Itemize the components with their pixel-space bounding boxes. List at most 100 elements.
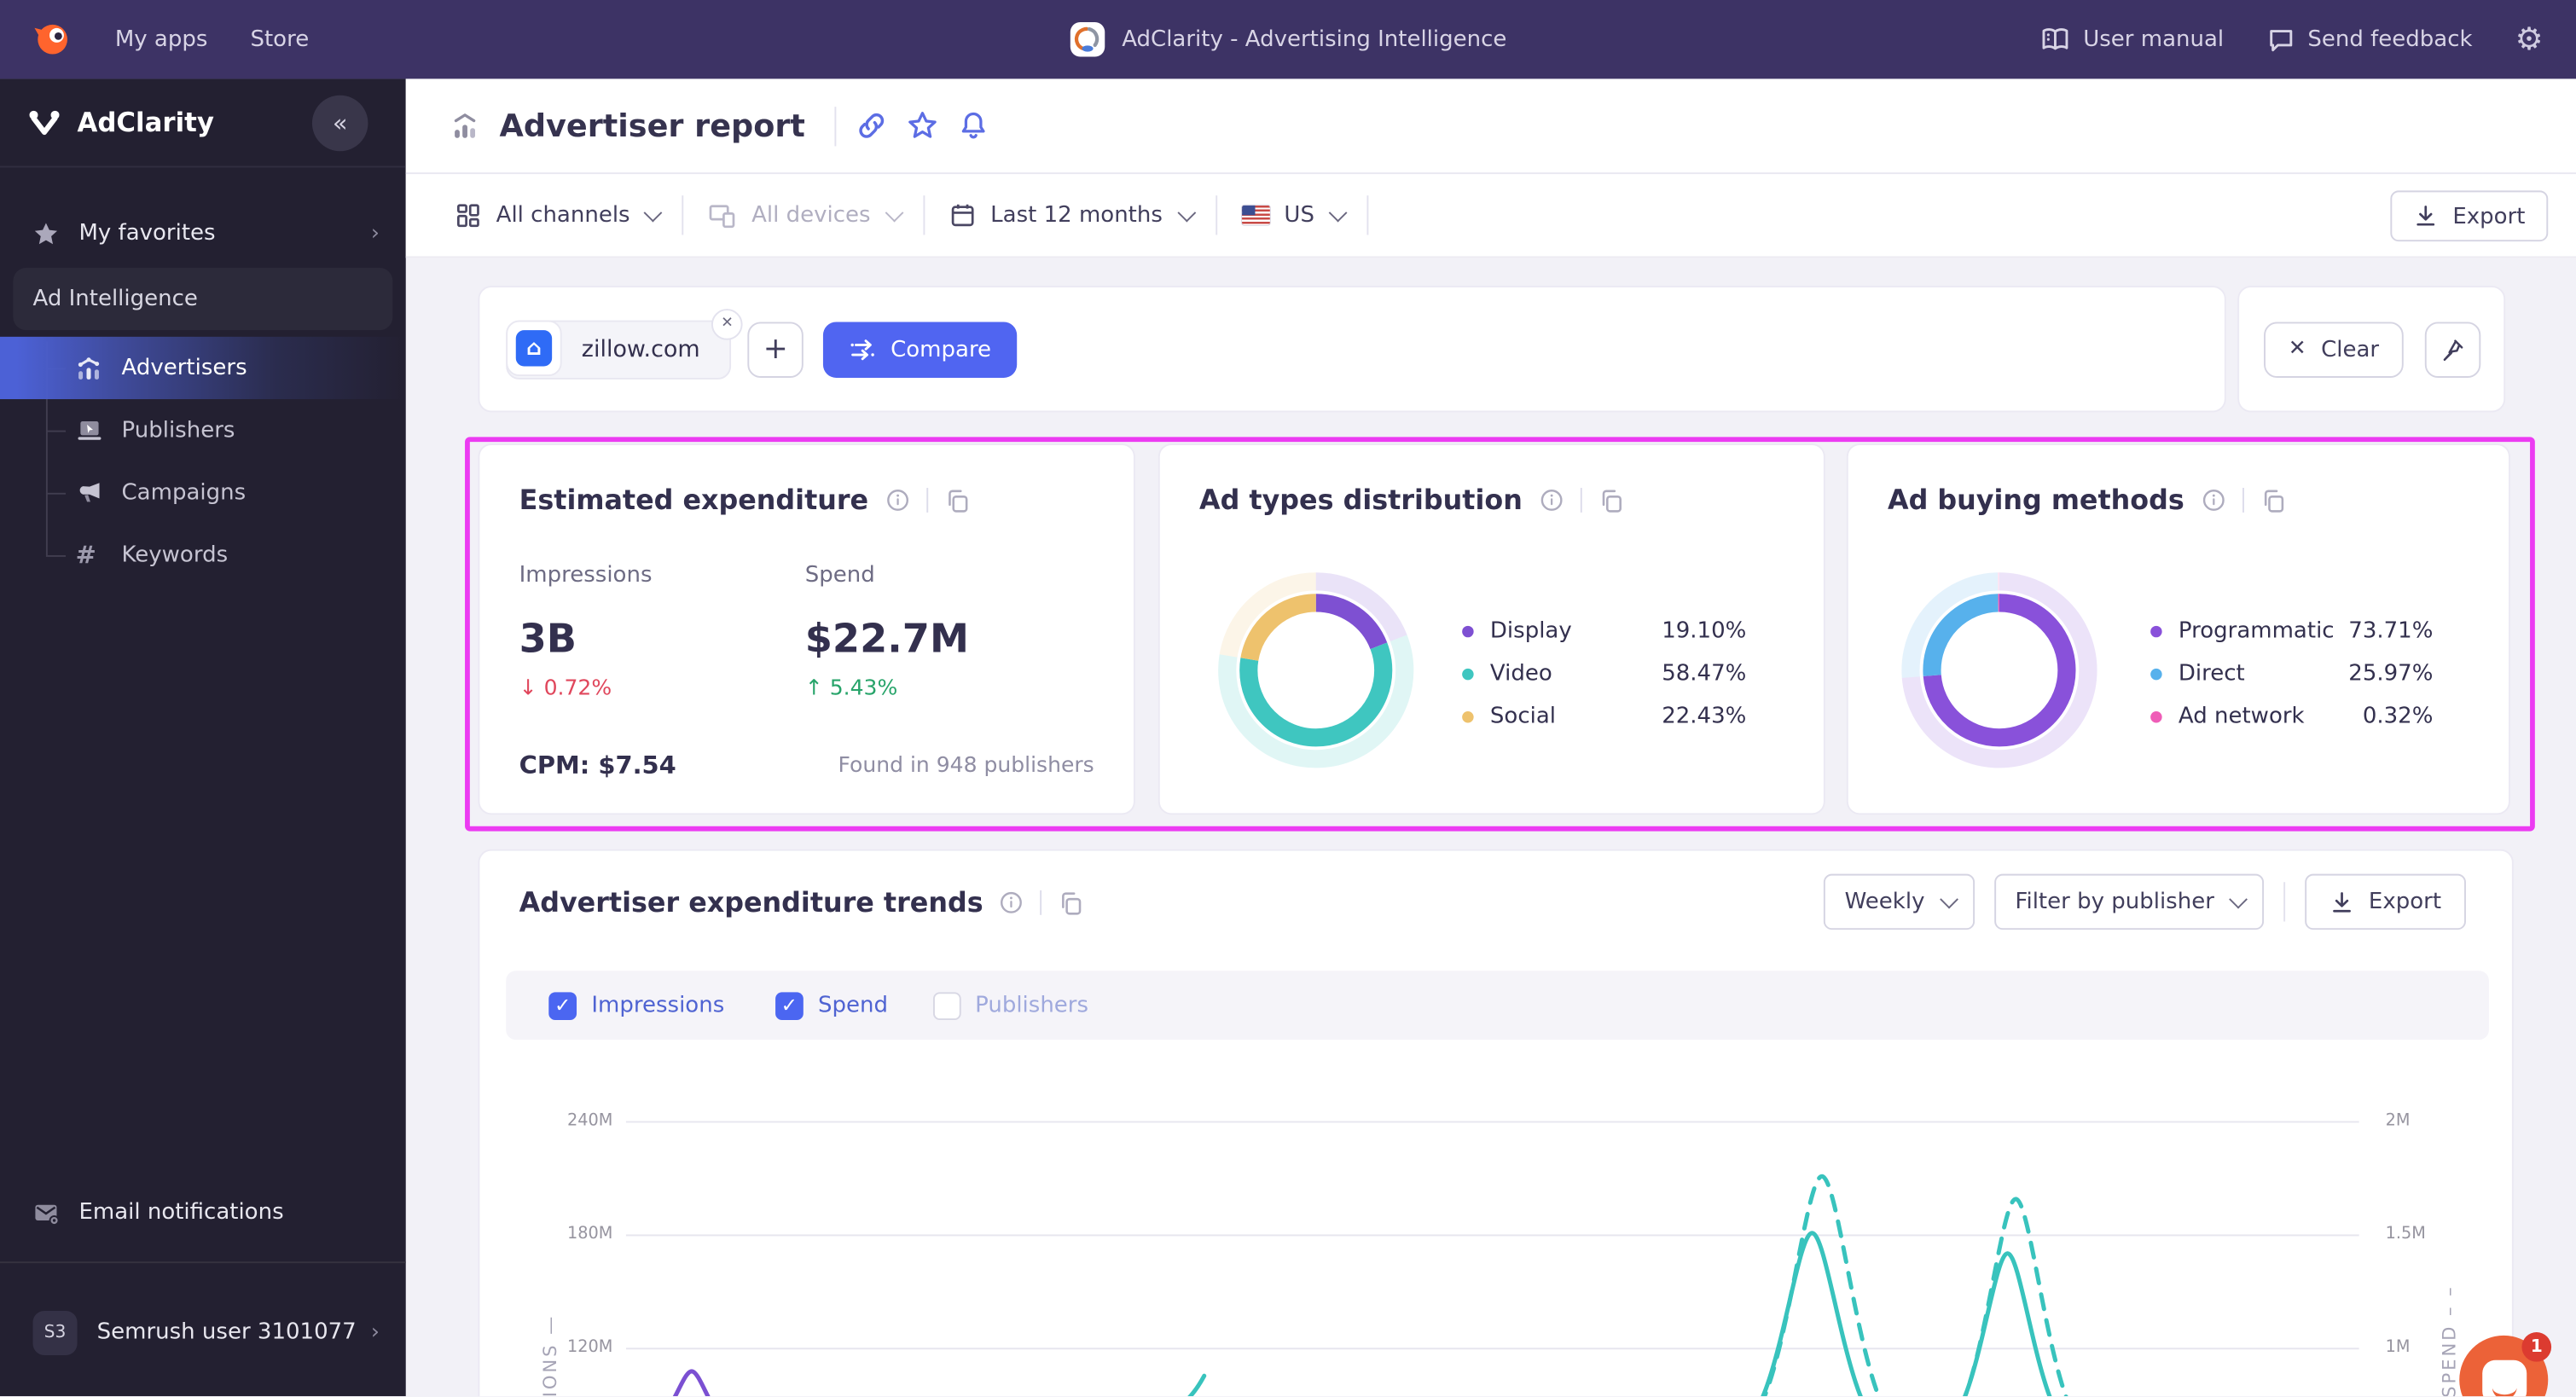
chevron-down-icon <box>1939 890 1958 909</box>
sidebar-item-publishers[interactable]: Publishers <box>0 399 406 461</box>
publishers-icon <box>78 421 102 440</box>
collapse-glyph: « <box>332 108 348 138</box>
date-range-filter[interactable]: Last 12 months <box>949 202 1196 229</box>
trends-line-chart[interactable] <box>625 1068 2359 1397</box>
compare-button[interactable]: Compare <box>823 321 1018 378</box>
user-manual-link[interactable]: User manual <box>2040 26 2224 53</box>
found-in-publishers: Found in 948 publishers <box>838 754 1094 779</box>
export-button-label: Export <box>2452 202 2526 229</box>
legend-row[interactable]: Programmatic 73.71% <box>2150 610 2433 652</box>
legend-dot <box>1462 624 1474 637</box>
keywords-label: Keywords <box>121 542 229 569</box>
country-label: US <box>1284 201 1314 229</box>
pin-button[interactable] <box>2424 321 2481 378</box>
impressions-value: 3B <box>519 616 577 663</box>
impressions-checkbox[interactable]: ✓ <box>548 991 577 1020</box>
feedback-bubble-icon <box>2269 29 2292 51</box>
cpm-value: CPM: $7.54 <box>519 751 676 780</box>
legend-row[interactable]: Display 19.10% <box>1462 610 1746 652</box>
period-select[interactable]: Weekly <box>1823 873 1975 930</box>
country-filter[interactable]: US <box>1241 201 1348 229</box>
trends-export-label: Export <box>2368 888 2442 915</box>
copy-icon[interactable] <box>1059 890 1085 916</box>
y-axis-tick-left: 240M <box>567 1111 613 1131</box>
chevron-right-icon: › <box>370 1319 380 1345</box>
legend-dot <box>2150 667 2162 680</box>
section-label: Ad Intelligence <box>32 286 198 312</box>
publisher-filter-select[interactable]: Filter by publisher <box>1993 873 2264 930</box>
email-notifications-label: Email notifications <box>78 1198 284 1226</box>
chevron-down-icon <box>644 203 664 223</box>
remove-domain-icon[interactable]: ✕ <box>711 308 743 339</box>
settings-gear-icon[interactable]: ⚙ <box>2515 23 2544 55</box>
legend-label: Social <box>1489 703 1557 730</box>
sidebar-divider <box>0 1261 406 1264</box>
copy-icon[interactable] <box>944 487 971 513</box>
devices-icon <box>710 205 736 229</box>
sidebar-item-email-notifications[interactable]: Email notifications <box>0 1183 406 1242</box>
notification-bell-icon[interactable] <box>958 110 989 142</box>
export-button[interactable]: Export <box>2390 190 2549 242</box>
devices-filter[interactable]: All devices <box>709 202 904 229</box>
spend-axis-title: SPEND – – <box>2439 1284 2461 1397</box>
campaigns-label: Campaigns <box>121 479 247 507</box>
user-manual-label: User manual <box>2083 26 2225 53</box>
divider <box>923 195 925 235</box>
chat-badge-count: 1 <box>2530 1336 2543 1357</box>
domain-logo-box: ⌂ <box>506 320 562 377</box>
us-flag-icon <box>1241 205 1270 225</box>
card-estimated-expenditure: Estimated expenditure Impressions Spend … <box>478 443 1135 815</box>
y-axis-tick-right: 1M <box>2385 1338 2411 1357</box>
info-icon[interactable] <box>885 488 909 513</box>
impressions-delta: ↓ 0.72% <box>519 677 612 702</box>
spend-checkbox[interactable]: ✓ <box>775 991 804 1020</box>
sidebar: AdClarity « My favorites › Ad Intelligen… <box>0 78 406 1397</box>
ad-types-donut-chart[interactable] <box>1217 571 1414 768</box>
report-icon <box>454 113 476 138</box>
send-feedback-link[interactable]: Send feedback <box>2266 26 2473 54</box>
clear-button[interactable]: ✕ Clear <box>2264 321 2404 378</box>
calendar-icon <box>951 204 974 227</box>
add-domain-button[interactable]: + <box>747 321 804 378</box>
info-icon[interactable] <box>2201 488 2225 513</box>
ad-buying-donut-chart[interactable] <box>1900 571 2097 768</box>
legend-row[interactable]: Video 58.47% <box>1462 652 1746 695</box>
divider <box>1366 195 1369 235</box>
sidebar-user-row[interactable]: S3 Semrush user 3101077 › <box>0 1302 406 1361</box>
chevron-down-icon <box>1176 203 1196 223</box>
adclarity-logo-icon <box>29 109 60 135</box>
copy-icon[interactable] <box>1598 487 1624 513</box>
card-ad-types-distribution: Ad types distribution Display 19.10% Vid… <box>1157 443 1825 815</box>
legend-value: 19.10% <box>1662 617 1747 644</box>
share-link-icon[interactable] <box>856 110 888 142</box>
legend-label: Video <box>1489 660 1552 687</box>
sidebar-collapse-button[interactable]: « <box>311 95 368 152</box>
sidebar-item-keywords[interactable]: # Keywords <box>0 524 406 586</box>
domain-chip[interactable]: ⌂ zillow.com ✕ <box>506 308 743 379</box>
sidebar-item-my-favorites[interactable]: My favorites › <box>0 204 406 263</box>
favorite-star-icon[interactable] <box>907 110 938 142</box>
legend-label: Programmatic <box>2178 617 2335 644</box>
publishers-checkbox[interactable] <box>932 991 960 1020</box>
legend-row[interactable]: Ad network 0.32% <box>2150 695 2433 738</box>
sidebar-brand-name: AdClarity <box>77 107 214 138</box>
channels-filter[interactable]: All channels <box>455 202 664 229</box>
legend-label: Direct <box>2178 660 2245 687</box>
keywords-icon: # <box>75 540 96 571</box>
info-icon[interactable] <box>1000 890 1024 915</box>
sidebar-item-advertisers[interactable]: Advertisers <box>0 336 406 400</box>
sidebar-section-ad-intelligence[interactable]: Ad Intelligence <box>13 267 393 331</box>
copy-icon[interactable] <box>2260 487 2286 513</box>
divider <box>834 106 837 146</box>
legend-row[interactable]: Direct 25.97% <box>2150 652 2433 695</box>
trends-export-button[interactable]: Export <box>2304 873 2466 930</box>
legend-row[interactable]: Social 22.43% <box>1462 695 1746 738</box>
spend-delta: ↑ 5.43% <box>805 677 898 702</box>
pin-icon <box>2443 339 2463 361</box>
spend-label: Spend <box>804 561 875 588</box>
clear-x-icon: ✕ <box>2288 336 2306 362</box>
plus-glyph: + <box>763 332 788 367</box>
info-icon[interactable] <box>1539 488 1564 513</box>
legend-dot <box>2150 624 2162 637</box>
sidebar-item-campaigns[interactable]: Campaigns <box>0 461 406 524</box>
